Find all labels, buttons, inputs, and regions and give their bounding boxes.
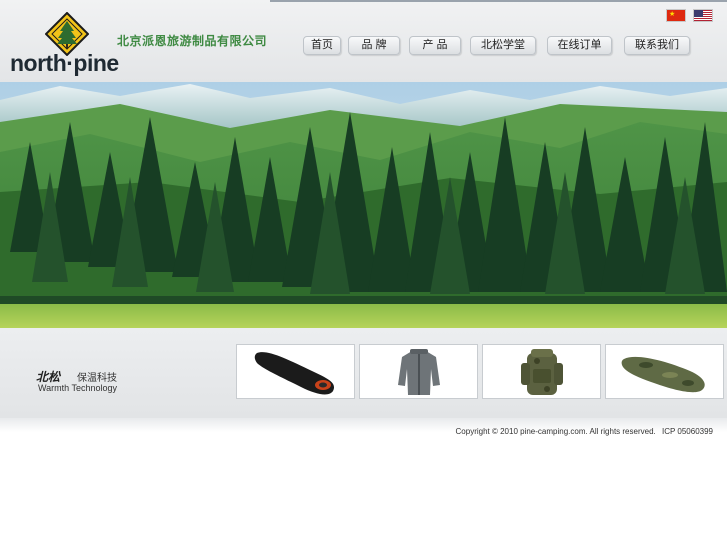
banner-illustration (0, 82, 727, 328)
nav-brand[interactable]: 品 牌 (348, 36, 400, 55)
product-thumb-jacket[interactable] (359, 344, 478, 399)
tagline-cn: 保温科技 (77, 373, 117, 384)
main-nav: 首页 品 牌 产 品 北松学堂 在线订单 联系我们 (303, 36, 693, 56)
nav-products[interactable]: 产 品 (409, 36, 461, 55)
north-pine-logo[interactable]: north·pine (8, 12, 120, 78)
brand-wordmark: north·pine (10, 50, 119, 76)
nav-home[interactable]: 首页 (303, 36, 341, 55)
star-icon: ★ (669, 11, 676, 18)
grey-jacket-icon (398, 349, 440, 395)
black-sleeping-bag-icon (254, 352, 335, 395)
header: north·pine 北京派恩旅游制品有限公司 ★ 首页 品 牌 产 品 北松学… (0, 0, 727, 82)
page: north·pine 北京派恩旅游制品有限公司 ★ 首页 品 牌 产 品 北松学… (0, 0, 727, 545)
product-thumb-sleeping-bag[interactable] (236, 344, 355, 399)
nav-online-order[interactable]: 在线订单 (547, 36, 612, 55)
copyright-notice: Copyright © 2010 pine-camping.com. All r… (452, 427, 713, 436)
product-thumb-camo-bag[interactable] (605, 344, 724, 399)
forest-landscape-photo (0, 82, 727, 328)
cn-flag-icon[interactable]: ★ (666, 9, 686, 22)
nav-academy[interactable]: 北松学堂 (470, 36, 536, 55)
icp-number[interactable]: ICP 05060399 (662, 427, 713, 436)
product-strip: 北松 保温科技 Warmth Technology (0, 328, 727, 418)
nav-contact[interactable]: 联系我们 (624, 36, 690, 55)
us-flag-graphic (694, 10, 712, 21)
warmth-technology-badge[interactable]: 北松 保温科技 Warmth Technology (36, 368, 146, 396)
product-thumb-backpack[interactable] (482, 344, 601, 399)
camo-backpack-icon (521, 349, 563, 395)
us-flag-icon[interactable] (693, 9, 713, 22)
tagline-en: Warmth Technology (38, 383, 118, 393)
language-switcher: ★ (666, 9, 714, 23)
camo-sleeping-bag-icon (621, 356, 705, 393)
top-divider (270, 0, 727, 2)
copyright-text: Copyright © 2010 pine-camping.com. All r… (455, 427, 656, 436)
company-name: 北京派恩旅游制品有限公司 (117, 34, 268, 48)
